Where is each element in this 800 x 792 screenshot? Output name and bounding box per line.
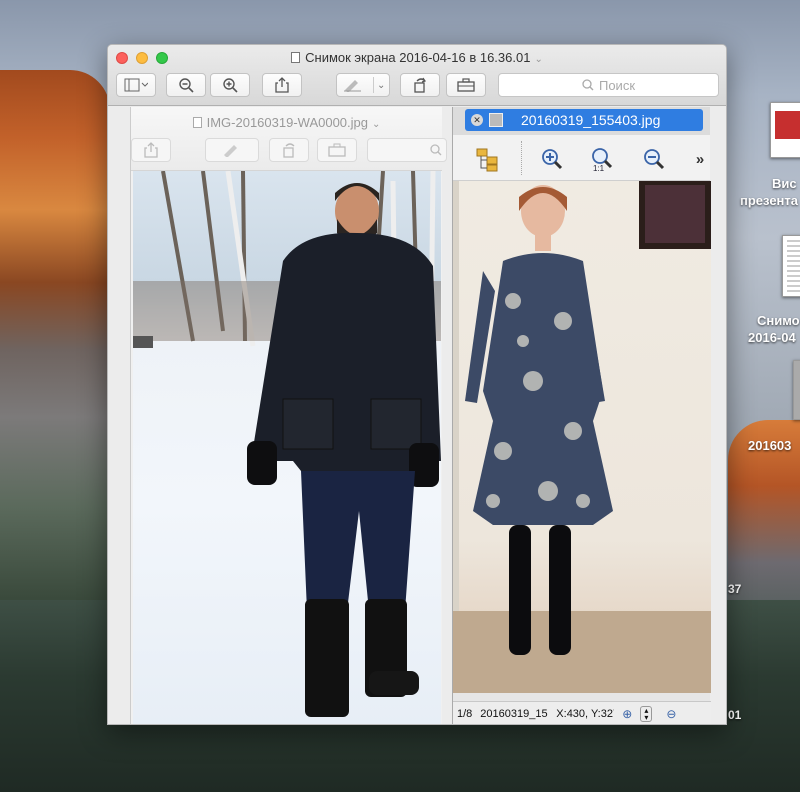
zoom-stepper[interactable]: ▴ ▾ xyxy=(640,705,653,722)
preview-window: Снимок экрана 2016-04-16 в 16.36.01 ⌄ ⌄ П… xyxy=(107,44,727,725)
viewer-zoom-in-button[interactable] xyxy=(539,146,565,172)
desktop-icon-screenshot-sublabel: 2016-04 xyxy=(748,330,796,345)
toolbox-icon xyxy=(328,143,346,157)
search-icon xyxy=(582,79,594,91)
rotate-icon xyxy=(414,77,426,93)
zoom-in-icon xyxy=(542,149,563,170)
viewer-tabbar: ✕ 20160319_155403.jpg xyxy=(453,107,710,135)
rotate-button[interactable] xyxy=(400,73,440,97)
toolbar-divider xyxy=(521,141,522,175)
image-index: 1/8 xyxy=(457,707,473,720)
desktop-icon-photo[interactable] xyxy=(793,360,800,420)
share-button[interactable] xyxy=(262,73,302,97)
document-icon xyxy=(192,117,202,128)
desktop-icon-presentation-label: Вис xyxy=(772,176,797,191)
document-icon xyxy=(291,52,301,63)
status-zoom-in-icon[interactable]: ⊕ xyxy=(622,707,632,721)
zoom-out-button[interactable] xyxy=(166,73,206,97)
inner-window-titlebar: IMG-20160319-WA0000.jpg ⌄ xyxy=(131,107,447,171)
markup-button[interactable]: ⌄ xyxy=(336,73,390,97)
desktop-icon-screenshot[interactable] xyxy=(782,235,800,297)
image-viewer-panel: ✕ 20160319_155403.jpg 1:1 » 1/8 20160319… xyxy=(452,107,711,724)
search-input[interactable]: Поиск xyxy=(498,73,719,97)
toolbox-button[interactable] xyxy=(446,73,486,97)
desktop-icon-presentation[interactable] xyxy=(770,102,800,158)
markup-divider xyxy=(373,77,374,93)
zoom-out-icon xyxy=(179,78,194,93)
actual-size-icon: 1:1 xyxy=(592,148,613,172)
more-tools-chevron-icon[interactable]: » xyxy=(687,146,713,172)
inner-share-button[interactable] xyxy=(131,138,171,162)
viewer-toolbar: 1:1 » xyxy=(453,135,710,181)
zoom-in-icon xyxy=(223,78,238,93)
desktop-icon-presentation-sublabel: презента xyxy=(740,193,798,208)
folder-tree-icon xyxy=(476,148,498,172)
inner-window-title: IMG-20160319-WA0000.jpg xyxy=(206,115,368,130)
inner-rotate-button[interactable] xyxy=(269,138,309,162)
wallpaper-cliff xyxy=(0,70,110,630)
status-filename: 20160319_15 xyxy=(480,707,548,720)
search-placeholder: Поиск xyxy=(598,77,636,93)
sidebar-toggle-button[interactable] xyxy=(116,73,156,97)
viewer-actual-size-button[interactable]: 1:1 xyxy=(589,146,615,172)
viewer-tab[interactable]: ✕ 20160319_155403.jpg xyxy=(465,109,703,131)
chevron-down-icon: ⌄ xyxy=(372,119,381,130)
inner-preview-window: IMG-20160319-WA0000.jpg ⌄ xyxy=(130,107,447,724)
cursor-coordinates: X:430, Y:327 xyxy=(556,707,615,720)
window-titlebar: Снимок экрана 2016-04-16 в 16.36.01 ⌄ ⌄ П… xyxy=(108,45,726,106)
desktop-edge-text-1: 37 xyxy=(728,582,742,596)
window-title: Снимок экрана 2016-04-16 в 16.36.01 xyxy=(305,50,531,65)
rotate-icon xyxy=(283,143,295,158)
inner-markup-button[interactable] xyxy=(205,138,259,162)
viewer-statusbar: 1/8 20160319_15 X:430, Y:327 ⊕ ▴ ▾ ⊖ xyxy=(453,701,711,724)
pen-icon xyxy=(224,145,237,157)
toolbox-icon xyxy=(457,78,475,92)
window-title-wrap[interactable]: Снимок экрана 2016-04-16 в 16.36.01 ⌄ xyxy=(108,50,726,65)
desktop-icon-photo-label: 201603 xyxy=(748,438,792,453)
share-icon xyxy=(275,77,289,93)
chevron-down-icon: ⌄ xyxy=(377,79,386,91)
desktop-icon-screenshot-label: Снимо xyxy=(757,313,800,328)
photo-woman-in-dress xyxy=(453,181,711,693)
chevron-down-icon: ⌄ xyxy=(534,54,543,65)
viewer-zoom-out-button[interactable] xyxy=(641,146,667,172)
viewer-tab-title: 20160319_155403.jpg xyxy=(521,112,661,128)
close-tab-icon[interactable]: ✕ xyxy=(471,114,483,126)
file-thumbnail-icon xyxy=(489,113,503,127)
zoom-out-icon xyxy=(644,149,665,170)
inner-search-input[interactable] xyxy=(367,138,447,162)
folder-tree-button[interactable] xyxy=(475,146,501,172)
sidebar-icon xyxy=(124,78,148,92)
pen-icon xyxy=(344,80,361,92)
desktop-edge-text-2: 01 xyxy=(728,708,742,722)
inner-window-title-wrap[interactable]: IMG-20160319-WA0000.jpg ⌄ xyxy=(131,115,442,130)
svg-text:1:1: 1:1 xyxy=(593,164,605,172)
inner-toolbox-button[interactable] xyxy=(317,138,357,162)
zoom-in-button[interactable] xyxy=(210,73,250,97)
search-icon xyxy=(430,144,442,156)
status-zoom-out-icon[interactable]: ⊖ xyxy=(666,707,676,721)
photo-man-in-snow xyxy=(133,171,441,724)
share-icon xyxy=(144,142,158,158)
